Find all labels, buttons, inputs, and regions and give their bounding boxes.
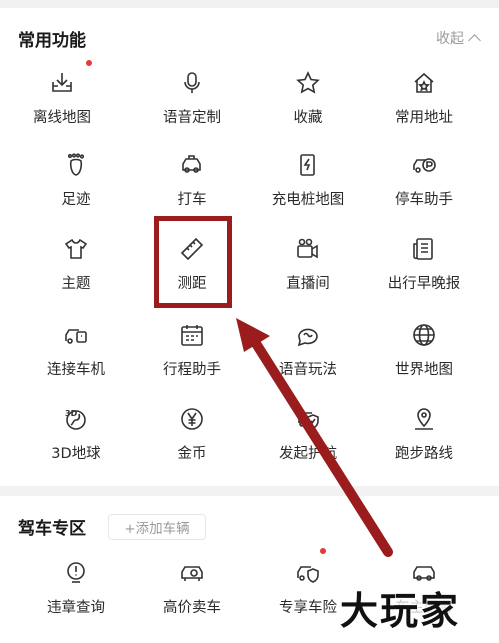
item-connect-car[interactable]: 连接车机 [14,318,138,398]
globe-icon [413,324,435,346]
item-label: 语音玩法 [279,362,337,378]
footprint-icon [67,153,85,176]
item-label: 收藏 [293,110,323,126]
car-connect-icon [65,329,87,344]
yen-coin-icon [181,408,203,430]
item-theme[interactable]: 主题 [14,232,138,312]
item-common-address[interactable]: 常用地址 [362,66,486,146]
item-label: 直播间 [286,276,330,292]
item-label: 违章查询 [47,600,105,616]
item-label: 金币 [177,446,207,462]
3d-earth-icon: 3D [65,409,86,430]
item-label: 跑步路线 [395,446,453,462]
item-label: 主题 [61,276,91,292]
collapse-button[interactable]: 收起 [436,28,481,48]
item-charging-map[interactable]: 充电桩地图 [246,148,370,228]
add-car-button[interactable]: +添加车辆 [108,514,206,540]
chevron-up-icon [468,33,481,47]
charging-pile-icon [300,154,315,176]
svg-text:3D: 3D [65,409,78,418]
star-icon [296,71,320,94]
tshirt-icon [64,238,88,259]
car-insurance-icon [297,566,319,583]
watermark-text: 大玩家 [340,588,461,633]
item-label: 世界地图 [395,362,453,378]
highlight-box [154,216,232,308]
home-star-icon [414,72,434,93]
item-3d-earth[interactable]: 3D 3D地球 [14,402,138,482]
item-label: 3D地球 [51,446,101,462]
item-footprint[interactable]: 足迹 [14,148,138,228]
calendar-icon [181,325,203,346]
item-live-room[interactable]: 直播间 [246,232,370,312]
location-pin-icon [415,408,433,430]
item-favorites[interactable]: 收藏 [246,66,370,146]
violation-search-icon [67,562,85,583]
video-camera-icon [297,238,318,259]
voice-bubble-icon [297,328,318,347]
item-world-map[interactable]: 世界地图 [362,318,486,398]
microphone-icon [184,72,200,93]
parking-car-icon [413,158,436,173]
common-functions-title: 常用功能 [18,31,86,51]
item-voice-custom[interactable]: 语音定制 [130,66,254,146]
taxi-icon [182,155,201,173]
item-label: 离线地图 [33,110,91,126]
item-label: 停车助手 [395,192,453,208]
newspaper-icon [413,238,433,260]
item-offline-map[interactable]: 离线地图 [0,60,124,146]
item-gold-coin[interactable]: 金币 [130,402,254,482]
escort-shield-car-icon [298,412,319,429]
item-label: 专享车险 [279,600,337,616]
item-parking-helper[interactable]: 停车助手 [362,148,486,228]
collapse-label: 收起 [436,31,464,47]
top-strip [0,0,499,8]
section-divider [0,486,499,496]
item-label: 足迹 [61,192,91,208]
item-label: 发起护航 [279,446,337,462]
item-label: 充电桩地图 [271,192,345,208]
item-travel-report[interactable]: 出行早晚报 [362,232,486,312]
item-label: 连接车机 [47,362,105,378]
new-badge-dot [86,60,92,66]
item-voice-play[interactable]: 语音玩法 [246,318,370,398]
driving-zone-title: 驾车专区 [18,519,86,539]
item-sell-car[interactable]: 高价卖车 [130,556,254,636]
item-label: 语音定制 [163,110,221,126]
item-label: 出行早晚报 [387,276,461,292]
offline-map-download-icon [52,73,72,92]
item-running-route[interactable]: 跑步路线 [362,402,486,482]
new-badge-dot [320,548,326,554]
item-label: 高价卖车 [163,600,221,616]
sell-car-icon [181,566,203,581]
item-trip-helper[interactable]: 行程助手 [130,318,254,398]
item-label: 常用地址 [395,110,453,126]
item-start-escort[interactable]: 发起护航 [246,402,370,482]
item-label: 打车 [177,192,207,208]
item-label: 行程助手 [163,362,221,378]
item-violation-query[interactable]: 违章查询 [14,556,138,636]
